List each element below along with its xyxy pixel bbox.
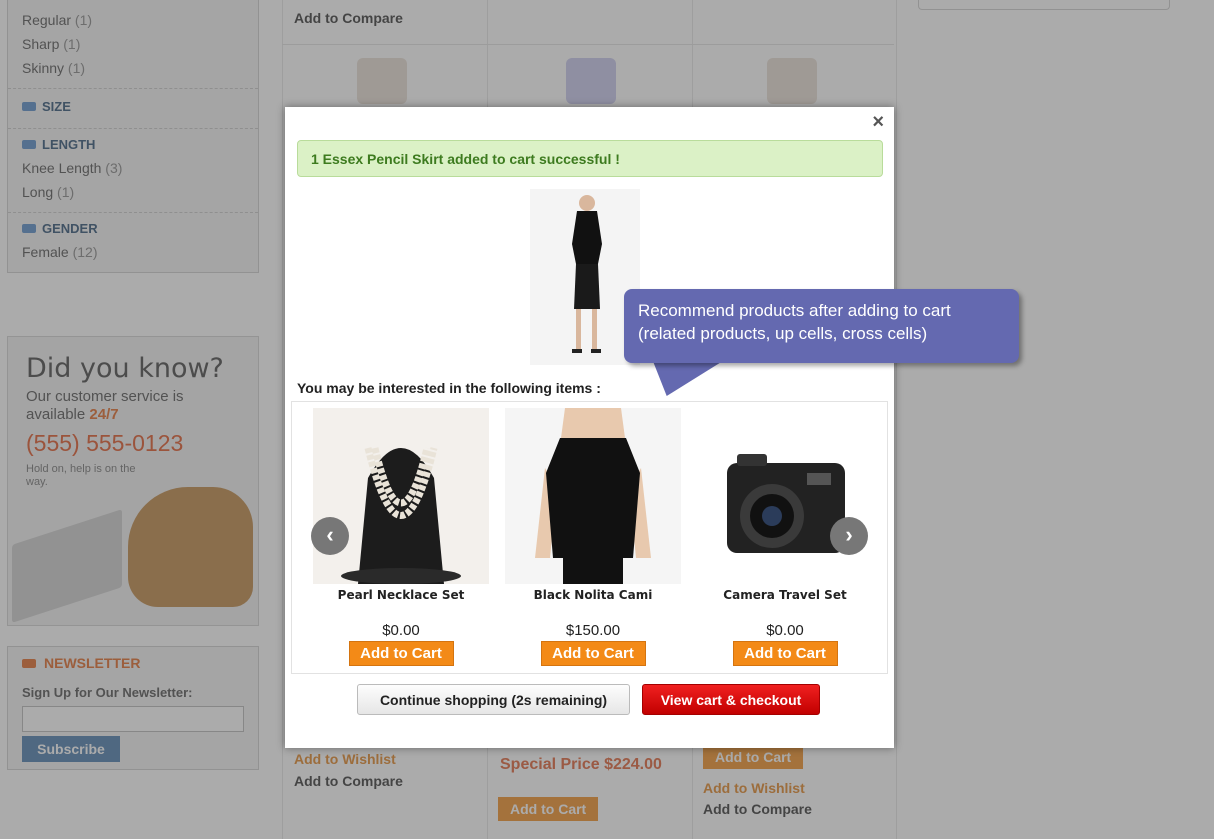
product-name[interactable]: Pearl Necklace Set xyxy=(313,588,489,618)
add-to-cart-button[interactable]: Add to Cart xyxy=(540,641,646,666)
product-price: $0.00 xyxy=(382,622,420,639)
recommendations-heading: You may be interested in the following i… xyxy=(297,380,601,396)
add-to-cart-modal: × 1 Essex Pencil Skirt added to cart suc… xyxy=(285,107,894,748)
product-price: $0.00 xyxy=(766,622,804,639)
success-message: 1 Essex Pencil Skirt added to cart succe… xyxy=(297,140,883,177)
chevron-left-icon[interactable]: ‹ xyxy=(311,517,349,555)
product-image[interactable] xyxy=(697,408,873,584)
callout-line: (related products, up cells, cross cells… xyxy=(638,324,928,343)
product-image[interactable] xyxy=(313,408,489,584)
recommendations-carousel: Pearl Necklace Set $0.00 Add to Cart Bla… xyxy=(291,401,888,674)
annotation-callout: Recommend products after adding to cart … xyxy=(624,289,1019,363)
recommended-product: Black Nolita Cami $150.00 Add to Cart xyxy=(505,408,681,666)
chevron-right-icon[interactable]: › xyxy=(830,517,868,555)
product-name[interactable]: Black Nolita Cami xyxy=(505,588,681,618)
add-to-cart-button[interactable]: Add to Cart xyxy=(732,641,838,666)
view-cart-checkout-button[interactable]: View cart & checkout xyxy=(642,684,820,715)
product-image[interactable] xyxy=(505,408,681,584)
callout-line: Recommend products after adding to cart xyxy=(638,301,951,320)
product-price: $150.00 xyxy=(565,622,621,639)
continue-shopping-button[interactable]: Continue shopping (2s remaining) xyxy=(357,684,630,715)
close-icon[interactable]: × xyxy=(872,111,884,134)
product-name[interactable]: Camera Travel Set xyxy=(697,588,873,618)
add-to-cart-button[interactable]: Add to Cart xyxy=(348,641,454,666)
